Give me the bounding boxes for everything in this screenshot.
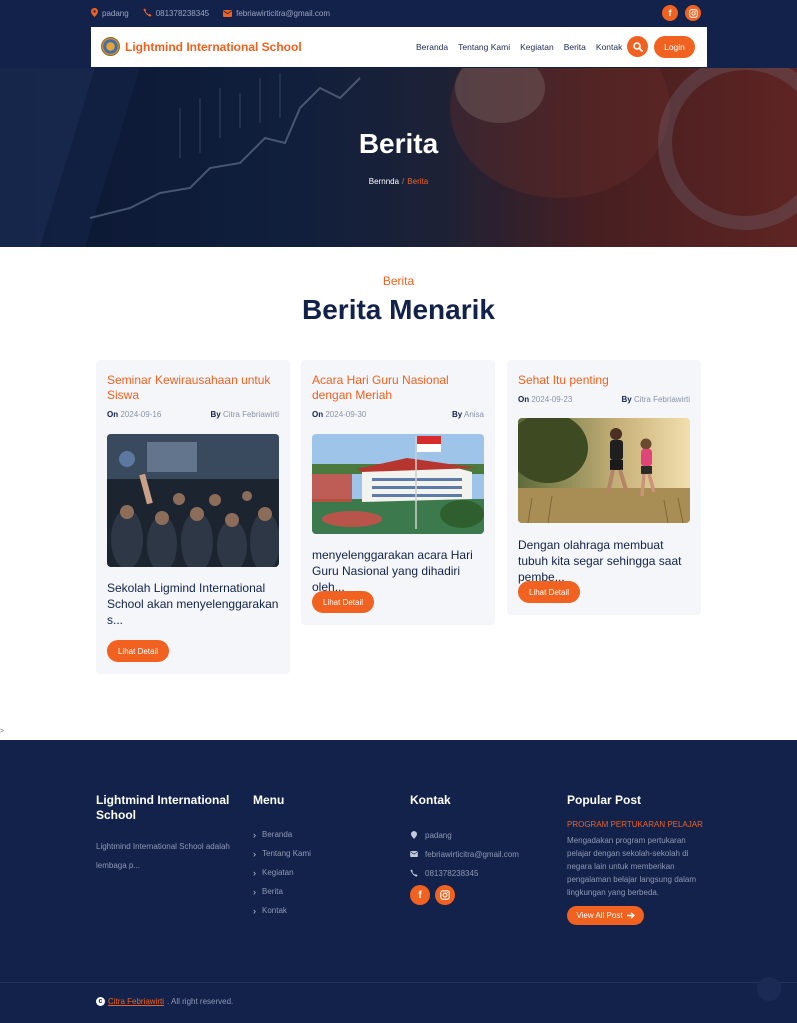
map-pin-icon — [91, 8, 98, 19]
main-navbar: Lightmind International School Beranda T… — [91, 27, 707, 67]
news-date: 2024-09-23 — [531, 395, 573, 404]
nav-item-kontak[interactable]: Kontak — [596, 42, 622, 52]
news-card: Seminar Kewirausahaan untuk Siswa On 202… — [96, 360, 290, 674]
view-all-post-button[interactable]: View All Post — [567, 906, 644, 925]
search-button[interactable] — [627, 36, 648, 57]
instagram-icon[interactable] — [685, 5, 701, 21]
phone-icon — [410, 868, 418, 879]
nav-menu: Beranda Tentang Kami Kegiatan Berita Kon… — [416, 42, 622, 52]
news-date: 2024-09-30 — [325, 410, 367, 419]
news-author: Citra Febriawirti — [222, 410, 279, 419]
top-phone[interactable]: 081378238345 — [143, 8, 209, 19]
news-date: 2024-09-16 — [120, 410, 162, 419]
footer-phone[interactable]: 081378238345 — [410, 864, 550, 883]
nav-item-berita[interactable]: Berita — [564, 42, 586, 52]
breadcrumb-home[interactable]: Bernnda — [369, 177, 399, 186]
school-logo[interactable] — [101, 37, 120, 56]
back-to-top-button[interactable] — [757, 977, 781, 1001]
news-card-meta: On 2024-09-23 By Citra Febriawirti — [518, 395, 690, 404]
news-card-excerpt: Sekolah Ligmind International School aka… — [107, 581, 279, 627]
top-contact-info: padang 081378238345 febriawirticitra@gma… — [91, 8, 330, 19]
view-detail-button[interactable]: Lihat Detail — [518, 581, 581, 603]
chevron-right-icon: › — [253, 829, 256, 840]
map-pin-icon — [410, 830, 418, 841]
copyright-name-link[interactable]: Citra Febriawirti — [108, 997, 164, 1006]
footer-social-links: f — [410, 885, 550, 905]
section-title: Berita Menarik — [302, 294, 495, 325]
login-button[interactable]: Login — [654, 36, 695, 58]
footer-contact: Kontak padang febriawirticitra@gmail.com… — [410, 793, 550, 905]
instagram-icon[interactable] — [435, 885, 455, 905]
facebook-icon[interactable]: f — [410, 885, 430, 905]
page-hero-banner: Berita Bernnda / Berita — [0, 68, 797, 247]
brand-name[interactable]: Lightmind International School — [125, 40, 302, 54]
footer-link-kontak[interactable]: › Kontak — [253, 901, 373, 920]
stray-text: > — [0, 728, 5, 735]
footer-menu: Menu › Beranda › Tentang Kami › Kegiatan › B… — [253, 793, 373, 920]
phone-icon — [143, 8, 152, 19]
top-social-links: f — [662, 5, 701, 21]
footer-popular-post: Popular Post PROGRAM PERTUKARAN PELAJAR … — [567, 793, 717, 925]
top-location: padang — [91, 8, 129, 19]
news-card-title[interactable]: Sehat Itu penting — [518, 373, 690, 388]
news-card: Sehat Itu penting On 2024-09-23 By Citra… — [507, 360, 701, 615]
news-author: Citra Febriawirti — [633, 395, 690, 404]
hero-title: Berita — [358, 128, 439, 159]
footer-link-berita[interactable]: › Berita — [253, 882, 373, 901]
breadcrumb-current: Berita — [407, 177, 429, 186]
footer-link-beranda[interactable]: › Beranda — [253, 825, 373, 844]
news-card: Acara Hari Guru Nasional dengan Meriah O… — [301, 360, 495, 625]
news-card-meta: On 2024-09-16 By Citra Febriawirti — [107, 410, 279, 419]
nav-item-tentang-kami[interactable]: Tentang Kami — [458, 42, 510, 52]
envelope-icon — [223, 9, 233, 19]
footer-link-tentang-kami[interactable]: › Tentang Kami — [253, 844, 373, 863]
footer-contact-title: Kontak — [410, 793, 451, 807]
popular-post-title[interactable]: PROGRAM PERTUKARAN PELAJAR — [567, 820, 717, 829]
popular-post-text: Mengadakan program pertukaran pelajar de… — [567, 836, 696, 897]
facebook-icon[interactable]: f — [662, 5, 678, 21]
news-card-meta: On 2024-09-30 By Anisa — [312, 410, 484, 419]
news-author: Anisa — [463, 410, 484, 419]
chevron-right-icon: › — [253, 848, 256, 859]
footer-menu-title: Menu — [253, 793, 285, 807]
envelope-icon — [410, 850, 418, 859]
footer-about: Lightmind International School Lightmind… — [96, 793, 236, 875]
copyright: c Citra Febriawirti. All right reserved. — [96, 997, 233, 1006]
arrow-right-icon — [626, 912, 635, 919]
chevron-right-icon: › — [253, 867, 256, 878]
search-icon — [632, 41, 643, 52]
footer-link-kegiatan[interactable]: › Kegiatan — [253, 863, 373, 882]
footer-popular-title: Popular Post — [567, 793, 642, 807]
footer-about-text: Lightmind International School adalah le… — [96, 842, 230, 870]
nav-item-kegiatan[interactable]: Kegiatan — [520, 42, 554, 52]
footer-location: padang — [410, 826, 550, 845]
news-card-excerpt: Dengan olahraga membuat tubuh kita segar… — [518, 538, 682, 584]
footer-about-title: Lightmind International School — [96, 793, 230, 822]
news-card-image[interactable] — [107, 434, 279, 567]
top-email[interactable]: febriawirticitra@gmail.com — [223, 9, 330, 19]
news-card-excerpt: menyelenggarakan acara Hari Guru Nasiona… — [312, 548, 473, 594]
site-footer: Lightmind International School Lightmind… — [0, 740, 797, 1023]
news-card-image[interactable] — [312, 434, 484, 534]
breadcrumb-separator: / — [402, 177, 405, 186]
news-card-title[interactable]: Acara Hari Guru Nasional dengan Meriah — [312, 373, 484, 403]
footer-email[interactable]: febriawirticitra@gmail.com — [410, 845, 550, 864]
footer-divider — [0, 982, 797, 983]
chevron-right-icon: › — [253, 886, 256, 897]
breadcrumb: Bernnda / Berita — [0, 177, 797, 186]
news-card-title[interactable]: Seminar Kewirausahaan untuk Siswa — [107, 373, 279, 403]
chevron-right-icon: › — [253, 905, 256, 916]
view-detail-button[interactable]: Lihat Detail — [312, 591, 375, 613]
view-detail-button[interactable]: Lihat Detail — [107, 640, 170, 662]
copyright-icon: c — [96, 997, 105, 1006]
news-card-image[interactable] — [518, 418, 690, 523]
section-subtitle: Berita — [382, 274, 415, 288]
nav-item-beranda[interactable]: Beranda — [416, 42, 448, 52]
